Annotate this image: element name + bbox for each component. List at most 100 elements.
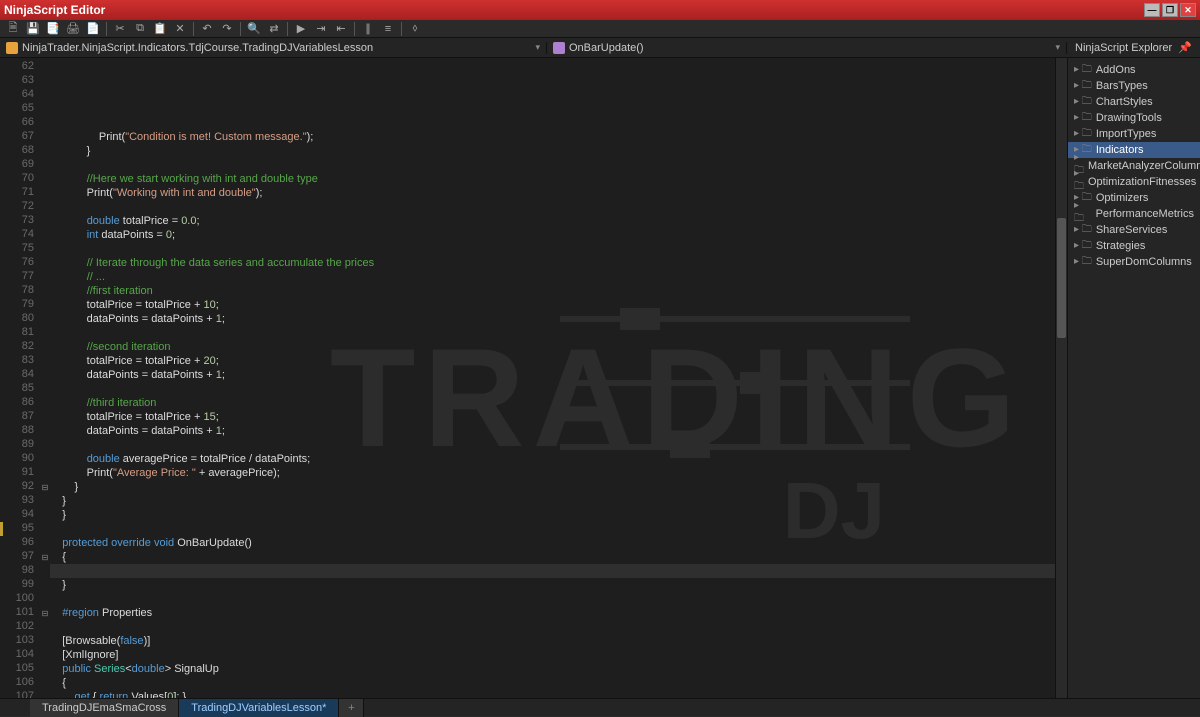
code-line[interactable]: double totalPrice = 0.0;	[50, 214, 1055, 228]
code-line[interactable]: totalPrice = totalPrice + 15;	[50, 410, 1055, 424]
outdent-button[interactable]: ⇤	[334, 22, 348, 36]
code-line[interactable]: totalPrice = totalPrice + 10;	[50, 298, 1055, 312]
breadcrumb-left[interactable]: NinjaTrader.NinjaScript.Indicators.TdjCo…	[0, 42, 547, 54]
code-line[interactable]: protected override void OnBarUpdate()	[50, 536, 1055, 550]
add-tab-button[interactable]: +	[339, 699, 364, 717]
code-line[interactable]: dataPoints = dataPoints + 1;	[50, 368, 1055, 382]
code-line[interactable]	[50, 438, 1055, 452]
folder-icon: ▸ 🗀	[1074, 94, 1092, 111]
explorer-item-label: ImportTypes	[1096, 128, 1157, 140]
fold-toggle	[40, 508, 50, 522]
explorer-item-addons[interactable]: ▸ 🗀AddOns	[1068, 62, 1200, 78]
code-line[interactable]: dataPoints = dataPoints + 1;	[50, 312, 1055, 326]
explorer-item-strategies[interactable]: ▸ 🗀Strategies	[1068, 238, 1200, 254]
comment-button[interactable]: ∥	[361, 22, 375, 36]
new-button[interactable]: 🗎	[6, 22, 20, 36]
code-line[interactable]: Print("Working with int and double");	[50, 186, 1055, 200]
fold-toggle[interactable]: ⊟	[40, 550, 50, 564]
compile-button[interactable]: ▶	[294, 22, 308, 36]
code-line[interactable]	[50, 522, 1055, 536]
line-number: 98	[0, 564, 40, 578]
code-line[interactable]	[50, 564, 1055, 578]
code-line[interactable]	[50, 382, 1055, 396]
explorer-item-chartstyles[interactable]: ▸ 🗀ChartStyles	[1068, 94, 1200, 110]
export-button[interactable]: 📄	[86, 22, 100, 36]
code-line[interactable]: Print("Average Price: " + averagePrice);	[50, 466, 1055, 480]
fold-column: ⊟⊟⊟⊟⊟⊟⊟	[40, 58, 50, 698]
code-line[interactable]	[50, 326, 1055, 340]
code-line[interactable]: // Iterate through the data series and a…	[50, 256, 1055, 270]
find-button[interactable]: 🔍	[247, 22, 261, 36]
explorer-item-indicators[interactable]: ▸ 🗀Indicators	[1068, 142, 1200, 158]
code-line[interactable]	[50, 620, 1055, 634]
code-line[interactable]	[50, 200, 1055, 214]
ninjascript-explorer: ▸ 🗀AddOns▸ 🗀BarsTypes▸ 🗀ChartStyles▸ 🗀Dr…	[1067, 58, 1200, 698]
code-line[interactable]	[50, 242, 1055, 256]
scrollbar-thumb[interactable]	[1057, 218, 1066, 338]
code-line[interactable]	[50, 116, 1055, 130]
code-line[interactable]: #region Properties	[50, 606, 1055, 620]
paste-button[interactable]: 📋	[153, 22, 167, 36]
code-line[interactable]	[50, 158, 1055, 172]
chevron-down-icon[interactable]: ▾	[535, 42, 540, 53]
line-number: 96	[0, 536, 40, 550]
code-line[interactable]: public Series<double> SignalUp	[50, 662, 1055, 676]
code-line[interactable]	[50, 592, 1055, 606]
copy-button[interactable]: ⧉	[133, 22, 147, 36]
tab-tradingdjvariableslesson[interactable]: TradingDJVariablesLesson*	[179, 699, 339, 717]
breadcrumb-right[interactable]: OnBarUpdate() ▾	[547, 42, 1067, 54]
replace-button[interactable]: ⇄	[267, 22, 281, 36]
code-line[interactable]: [Browsable(false)]	[50, 634, 1055, 648]
close-button[interactable]: ✕	[1180, 3, 1196, 17]
code-line[interactable]: totalPrice = totalPrice + 20;	[50, 354, 1055, 368]
maximize-button[interactable]: ❐	[1162, 3, 1178, 17]
undo-button[interactable]: ↶	[200, 22, 214, 36]
tab-tradingdjemasmacross[interactable]: TradingDJEmaSmaCross	[30, 699, 179, 717]
code-line[interactable]: dataPoints = dataPoints + 1;	[50, 424, 1055, 438]
code-line[interactable]: int dataPoints = 0;	[50, 228, 1055, 242]
explorer-item-barstypes[interactable]: ▸ 🗀BarsTypes	[1068, 78, 1200, 94]
explorer-item-drawingtools[interactable]: ▸ 🗀DrawingTools	[1068, 110, 1200, 126]
print-button[interactable]: 🖨	[66, 22, 80, 36]
explorer-item-optimizationfitnesses[interactable]: ▸ 🗀OptimizationFitnesses	[1068, 174, 1200, 190]
explorer-item-importtypes[interactable]: ▸ 🗀ImportTypes	[1068, 126, 1200, 142]
minimize-button[interactable]: —	[1144, 3, 1160, 17]
code-line[interactable]: {	[50, 676, 1055, 690]
explorer-item-superdomcolumns[interactable]: ▸ 🗀SuperDomColumns	[1068, 254, 1200, 270]
line-number: 81	[0, 326, 40, 340]
vertical-scrollbar[interactable]	[1055, 58, 1067, 698]
vs-button[interactable]: ⬨	[408, 22, 422, 36]
fold-toggle[interactable]: ⊟	[40, 480, 50, 494]
save-button[interactable]: 💾	[26, 22, 40, 36]
code-line[interactable]: // ...	[50, 270, 1055, 284]
code-line[interactable]: }	[50, 508, 1055, 522]
cut-button[interactable]: ✂	[113, 22, 127, 36]
code-line[interactable]: }	[50, 494, 1055, 508]
code-line[interactable]: //first iteration	[50, 284, 1055, 298]
code-line[interactable]: }	[50, 144, 1055, 158]
code-line[interactable]: {	[50, 550, 1055, 564]
redo-button[interactable]: ↷	[220, 22, 234, 36]
fold-toggle	[40, 690, 50, 698]
explorer-item-shareservices[interactable]: ▸ 🗀ShareServices	[1068, 222, 1200, 238]
explorer-item-performancemetrics[interactable]: ▸ 🗀PerformanceMetrics	[1068, 206, 1200, 222]
code-line[interactable]: }	[50, 480, 1055, 494]
code-line[interactable]: double averagePrice = totalPrice / dataP…	[50, 452, 1055, 466]
delete-button[interactable]: ✕	[173, 22, 187, 36]
code-line[interactable]: //third iteration	[50, 396, 1055, 410]
code-line[interactable]: [XmlIgnore]	[50, 648, 1055, 662]
code-area[interactable]: $ TRADING DJ Print("Condition is met! Cu…	[50, 58, 1055, 698]
uncomment-button[interactable]: ≡	[381, 22, 395, 36]
chevron-down-icon[interactable]: ▾	[1055, 42, 1060, 53]
code-line[interactable]: Print("Condition is met! Custom message.…	[50, 130, 1055, 144]
indent-button[interactable]: ⇥	[314, 22, 328, 36]
code-line[interactable]: //Here we start working with int and dou…	[50, 172, 1055, 186]
fold-toggle	[40, 438, 50, 452]
pin-icon[interactable]: 📌	[1178, 41, 1192, 54]
code-line[interactable]: get { return Values[0]; }	[50, 690, 1055, 698]
fold-toggle[interactable]: ⊟	[40, 606, 50, 620]
code-line[interactable]: }	[50, 578, 1055, 592]
saveall-button[interactable]: 📑	[46, 22, 60, 36]
code-line[interactable]: //second iteration	[50, 340, 1055, 354]
explorer-item-marketanalyzercolumns[interactable]: ▸ 🗀MarketAnalyzerColumns	[1068, 158, 1200, 174]
